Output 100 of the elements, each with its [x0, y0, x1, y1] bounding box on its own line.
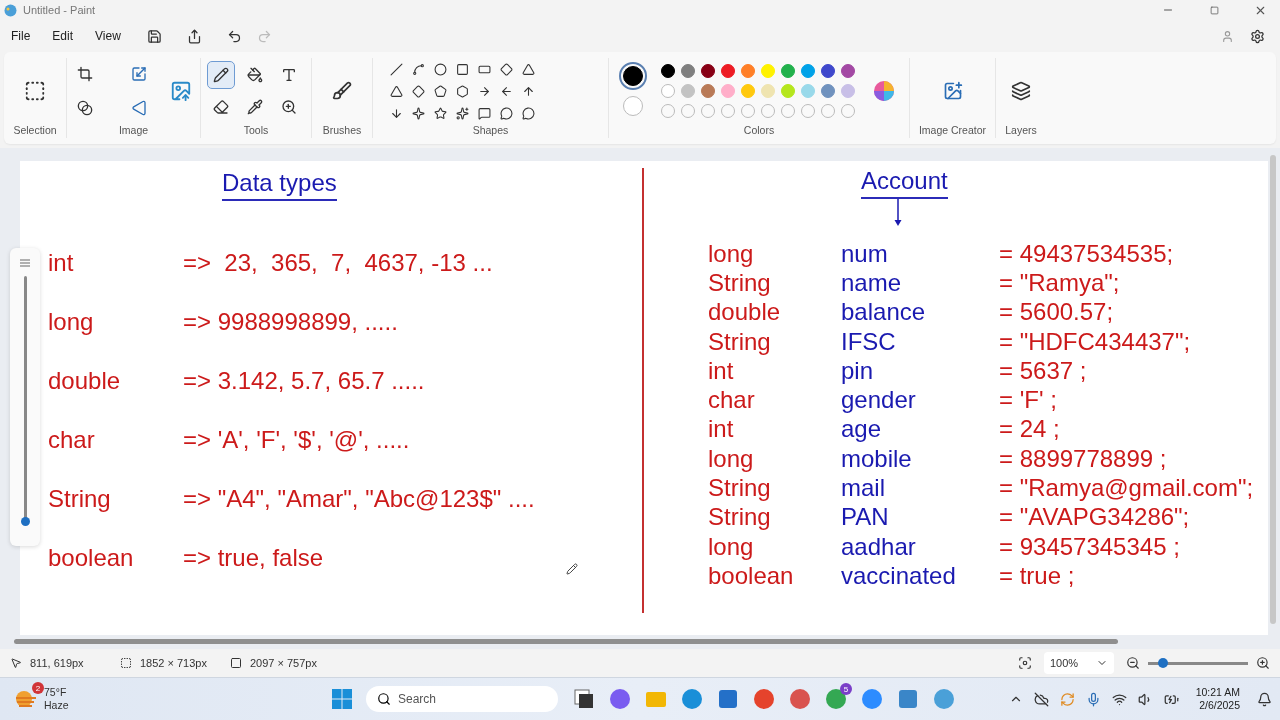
color-swatch[interactable]	[821, 64, 835, 78]
slider-thumb[interactable]	[1158, 657, 1168, 668]
weather-icon[interactable]	[14, 689, 38, 709]
field-name: mail	[841, 474, 886, 502]
current-color[interactable]	[623, 96, 643, 116]
color-swatch[interactable]	[681, 64, 695, 78]
shape-button[interactable]	[431, 60, 450, 78]
save-icon	[147, 28, 163, 44]
value-examples: => 'A', 'F', '$', '@', .....	[183, 425, 410, 454]
circles-icon	[76, 100, 93, 116]
horizontal-scrollbar[interactable]	[14, 639, 1118, 644]
clock[interactable]: 10:21 AM 2/6/2025	[1195, 686, 1240, 712]
shape-icon	[522, 62, 535, 76]
shape-icon	[500, 106, 513, 120]
search-field[interactable]: Search	[366, 686, 558, 712]
type-label: boolean	[708, 561, 795, 590]
shape-icon	[522, 106, 535, 120]
pointer-icon	[10, 657, 22, 669]
shape-icon	[434, 84, 447, 98]
menu-item[interactable]: Edit	[51, 25, 85, 47]
color-swatch[interactable]	[821, 84, 835, 98]
current-color[interactable]	[623, 66, 643, 86]
color-wheel-icon[interactable]	[873, 80, 895, 102]
weather-condition: Haze	[44, 699, 69, 712]
search-icon	[377, 692, 391, 706]
shape-icon	[412, 84, 425, 98]
clock-date: 2/6/2025	[1199, 699, 1240, 712]
shape-button[interactable]	[409, 104, 428, 122]
microphone-icon[interactable]	[1085, 691, 1101, 707]
color-swatch[interactable]	[781, 64, 795, 78]
pencil-tool[interactable]	[208, 62, 234, 88]
notification-badge: 5	[840, 683, 852, 695]
settings-icon	[1249, 28, 1265, 44]
field-name: balance	[841, 298, 927, 327]
color-swatch[interactable]	[661, 64, 675, 78]
menu-item[interactable]: File	[10, 25, 42, 47]
zoom-dropdown[interactable]: 100%	[1044, 652, 1114, 674]
field-value: = 5637 ;	[999, 356, 1087, 385]
group-label: Shapes	[472, 124, 509, 138]
undo-icon	[227, 28, 243, 44]
shape-icon	[434, 62, 447, 76]
field-value: = 93457345345 ;	[999, 532, 1180, 561]
image-sparkle-icon	[942, 81, 963, 101]
taskbar-app[interactable]: 5	[818, 681, 854, 717]
type-label: int	[48, 248, 75, 277]
brush-size-icon	[19, 258, 31, 268]
value-examples: => 3.142, 5.7, 65.7 .....	[183, 366, 425, 395]
color-swatch[interactable]	[801, 64, 815, 78]
value-examples: => "A4", "Amar", "Abc@123$" ....	[183, 484, 535, 513]
color-swatch[interactable]	[841, 64, 855, 78]
type-label: long	[708, 444, 755, 473]
group-label: Image	[118, 124, 149, 138]
type-label: String	[708, 474, 772, 502]
field-value: = 5600.57;	[999, 298, 1114, 327]
field-name: aadhar	[841, 532, 917, 561]
shape-button[interactable]	[453, 104, 472, 122]
picker-icon	[247, 99, 263, 115]
wifi-icon[interactable]	[1111, 691, 1127, 707]
canvas[interactable]	[20, 161, 1268, 635]
zoom-out-icon[interactable]	[1126, 656, 1140, 670]
color-swatch[interactable]	[661, 84, 675, 98]
shape-button[interactable]	[497, 60, 516, 78]
user-icon	[1220, 29, 1234, 43]
field-name: num	[841, 239, 889, 268]
field-value: = "AVAPG34286";	[999, 503, 1190, 532]
eraser-icon	[213, 99, 229, 115]
vertical-scrollbar[interactable]	[1270, 155, 1276, 624]
resize-icon	[130, 66, 147, 82]
shape-icon	[456, 62, 469, 76]
field-name: mobile	[841, 444, 913, 473]
triangle-icon	[130, 100, 147, 116]
type-label: long	[48, 307, 95, 336]
cloud-icon[interactable]	[1033, 691, 1049, 707]
shape-button[interactable]	[409, 82, 428, 100]
field-name: age	[841, 415, 883, 444]
field-name: pin	[841, 356, 875, 385]
shape-icon	[390, 84, 403, 98]
field-value: = 'F' ;	[999, 386, 1057, 415]
type-label: int	[708, 356, 735, 385]
color-swatch[interactable]	[741, 64, 755, 78]
shape-button[interactable]	[497, 104, 516, 122]
menu-item[interactable]: View	[94, 25, 132, 47]
zoom-in-icon[interactable]	[1256, 656, 1270, 670]
fit-to-window-icon[interactable]	[1018, 656, 1032, 670]
shape-icon	[456, 106, 469, 120]
value-examples: => true, false	[183, 543, 324, 572]
pencil-icon	[213, 67, 229, 83]
type-label: double	[708, 298, 782, 327]
group-label: Brushes	[322, 124, 362, 138]
zoom-slider[interactable]	[1148, 661, 1248, 665]
selection-icon	[24, 80, 46, 102]
notifications-icon[interactable]	[1257, 691, 1272, 707]
color-swatch[interactable]	[701, 64, 715, 78]
slider-thumb[interactable]	[20, 517, 30, 526]
share-icon	[187, 28, 203, 44]
cursor-position: 811, 619px	[30, 657, 84, 669]
color-swatch[interactable]	[701, 84, 715, 98]
type-label: String	[708, 268, 772, 297]
field-value: = "HDFC434437";	[999, 327, 1191, 356]
color-swatch[interactable]	[721, 64, 735, 78]
